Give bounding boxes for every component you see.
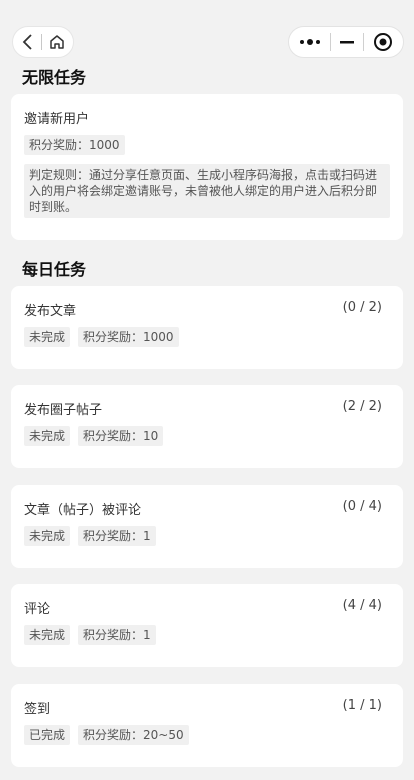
tag-row: 未完成 积分奖励：10 bbox=[24, 425, 171, 446]
status-tag: 未完成 bbox=[24, 526, 71, 546]
chevron-left-icon[interactable] bbox=[21, 33, 35, 51]
section-title-daily: 每日任务 bbox=[22, 260, 87, 279]
reward-tag: 积分奖励：1 bbox=[78, 526, 156, 546]
task-card-invite: 邀请新用户 积分奖励：1000 判定规则：通过分享任意页面、生成小程序码海报，点… bbox=[11, 94, 403, 240]
tag-row: 未完成 积分奖励：1 bbox=[24, 624, 164, 645]
reward-tag: 积分奖励：10 bbox=[78, 426, 164, 446]
more-dots-icon[interactable] bbox=[299, 37, 321, 47]
target-close-icon[interactable] bbox=[373, 32, 393, 52]
miniprogram-capsule bbox=[288, 26, 404, 58]
reward-tag: 积分奖励：1 bbox=[78, 625, 156, 645]
task-title: 邀请新用户 bbox=[24, 112, 90, 127]
reward-tag: 积分奖励：1000 bbox=[24, 135, 125, 155]
tag-row: 已完成 积分奖励：20~50 bbox=[24, 724, 197, 745]
task-title: 文章（帖子）被评论 bbox=[24, 503, 142, 518]
task-progress: (2 / 2) bbox=[342, 399, 382, 414]
status-tag: 未完成 bbox=[24, 327, 71, 347]
task-card: 文章（帖子）被评论 (0 / 4) 未完成 积分奖励：1 bbox=[11, 485, 403, 568]
rule-text: 判定规则：通过分享任意页面、生成小程序码海报，点击或扫码进入的用户将会绑定邀请账… bbox=[24, 164, 390, 218]
tag-row: 未完成 积分奖励：1 bbox=[24, 525, 164, 546]
task-title: 签到 bbox=[24, 702, 51, 717]
task-title: 发布圈子帖子 bbox=[24, 403, 103, 418]
status-tag: 未完成 bbox=[24, 625, 71, 645]
reward-row: 积分奖励：1000 bbox=[24, 134, 133, 155]
section-title-unlimited: 无限任务 bbox=[22, 68, 87, 87]
tag-row: 未完成 积分奖励：1000 bbox=[24, 326, 187, 347]
task-progress: (4 / 4) bbox=[342, 598, 382, 613]
task-progress: (0 / 2) bbox=[342, 300, 382, 315]
nav-pill bbox=[12, 26, 74, 58]
task-title: 评论 bbox=[24, 602, 51, 617]
home-icon[interactable] bbox=[48, 33, 66, 51]
task-card: 发布圈子帖子 (2 / 2) 未完成 积分奖励：10 bbox=[11, 385, 403, 468]
task-card: 签到 (1 / 1) 已完成 积分奖励：20~50 bbox=[11, 684, 403, 767]
capsule-divider bbox=[363, 33, 365, 51]
nav-divider bbox=[40, 34, 42, 50]
status-tag: 已完成 bbox=[24, 725, 71, 745]
capsule-divider bbox=[329, 33, 331, 51]
task-title: 发布文章 bbox=[24, 304, 77, 319]
reward-tag: 积分奖励：1000 bbox=[78, 327, 179, 347]
reward-tag: 积分奖励：20~50 bbox=[78, 725, 189, 745]
minimize-icon[interactable] bbox=[339, 39, 355, 45]
task-progress: (1 / 1) bbox=[342, 698, 382, 713]
task-card: 评论 (4 / 4) 未完成 积分奖励：1 bbox=[11, 584, 403, 667]
status-tag: 未完成 bbox=[24, 426, 71, 446]
task-card: 发布文章 (0 / 2) 未完成 积分奖励：1000 bbox=[11, 286, 403, 369]
task-progress: (0 / 4) bbox=[342, 499, 382, 514]
